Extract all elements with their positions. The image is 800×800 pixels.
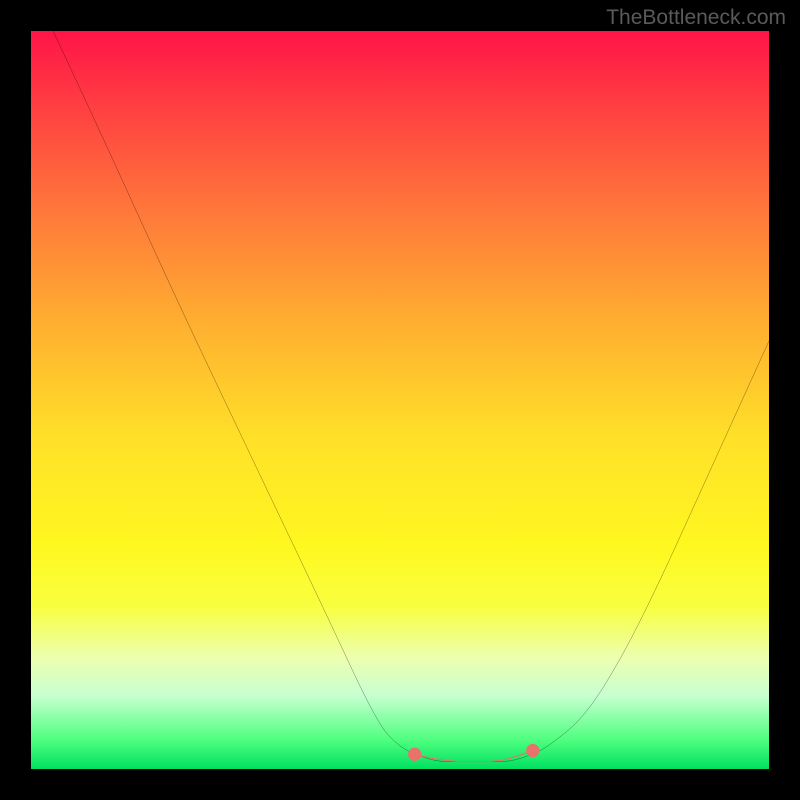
floor-marker-dot bbox=[408, 748, 421, 761]
bottleneck-floor-path bbox=[415, 751, 533, 762]
bottleneck-curve-path bbox=[53, 31, 769, 762]
chart-plot-area bbox=[31, 31, 769, 769]
floor-marker-dot bbox=[526, 744, 539, 757]
chart-svg bbox=[31, 31, 769, 769]
bottleneck-floor-dots bbox=[408, 744, 539, 761]
watermark-text: TheBottleneck.com bbox=[606, 6, 786, 30]
